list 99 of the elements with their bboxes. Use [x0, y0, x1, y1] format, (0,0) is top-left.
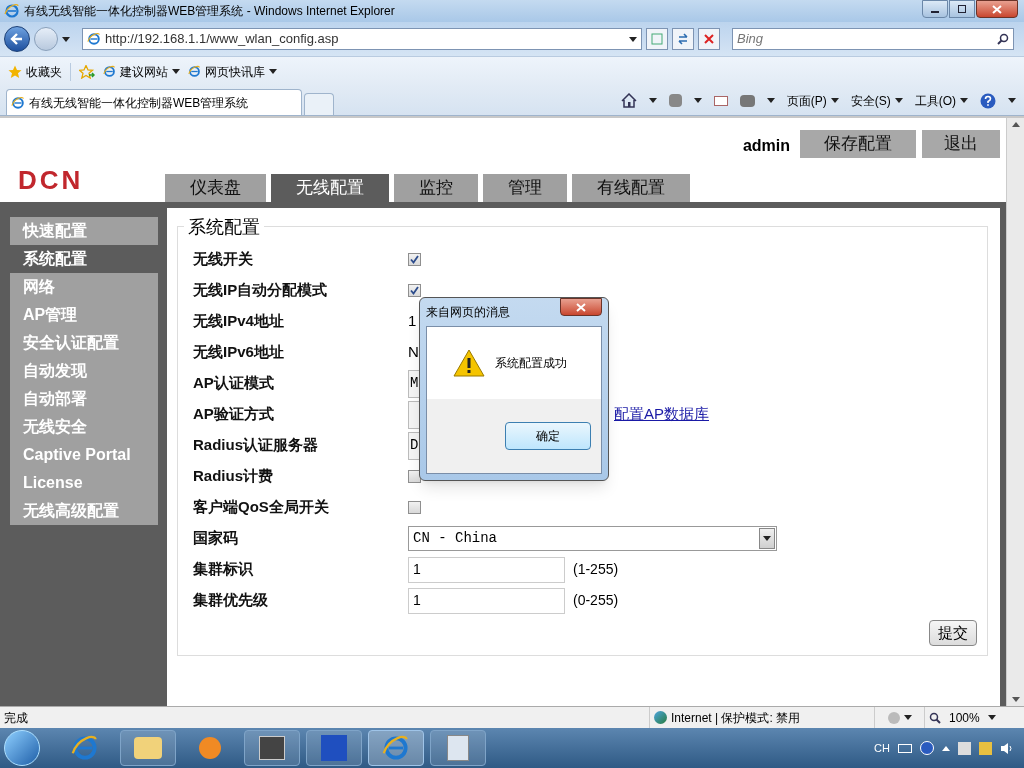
arrow-icon [10, 33, 24, 45]
warning-icon [453, 349, 485, 377]
caret-icon [763, 536, 771, 541]
favorites-button[interactable]: 收藏夹 [8, 62, 62, 81]
compatibility-icon[interactable] [646, 28, 668, 50]
command-menu[interactable]: 页面(P) [786, 91, 839, 110]
dialog-title: 来自网页的消息 [426, 304, 510, 321]
address-field[interactable]: http://192.168.1.1/www_wlan_config.asp [82, 28, 642, 50]
command-menu[interactable]: 安全(S) [850, 91, 903, 110]
ok-button[interactable]: 确定 [505, 422, 591, 450]
taskbar-app-icon[interactable] [244, 730, 300, 766]
range-hint: (0-255) [573, 591, 619, 610]
browser-e-icon [382, 734, 410, 762]
country-dropdown[interactable]: CN - China [408, 526, 777, 551]
field-label: 集群标识 [193, 559, 254, 580]
field-label: 无线IPv4地址 [193, 311, 285, 332]
field-label: 无线IPv6地址 [193, 342, 285, 363]
browser-e-icon [87, 32, 101, 46]
input-field[interactable]: 1 [408, 556, 565, 583]
browser-e-icon [4, 3, 20, 19]
checkbox[interactable] [408, 284, 421, 297]
home-icon[interactable] [620, 93, 637, 108]
taskbar-browser-icon[interactable] [368, 730, 424, 766]
search-field[interactable]: Bing [732, 28, 1014, 50]
field-label: 无线IP自动分配模式 [193, 280, 329, 301]
status-text: 完成 [3, 709, 29, 727]
caret-icon [766, 98, 775, 103]
browser-e-icon [11, 95, 25, 110]
field-value: N [408, 342, 419, 363]
caret-icon [629, 36, 637, 42]
zone-status: Internet | 保护模式: 禁用 [671, 709, 801, 727]
taskbar-window-icon[interactable] [430, 730, 486, 766]
range-hint: (1-255) [573, 560, 619, 579]
field-label: Radius计费 [193, 466, 274, 487]
field-label: Radius认证服务器 [193, 435, 319, 456]
keyboard-icon[interactable] [898, 743, 912, 753]
refresh-icon[interactable] [672, 28, 694, 50]
caret-icon [1008, 98, 1016, 103]
browser-e-icon [188, 65, 201, 78]
caret-icon [903, 715, 912, 720]
caret-icon [960, 98, 968, 103]
close-icon[interactable] [560, 298, 602, 316]
scroll-down-icon[interactable] [1011, 697, 1020, 702]
dcn-logo: DCN [18, 167, 84, 193]
checkbox[interactable] [408, 253, 421, 266]
field-label: 无线开关 [193, 249, 254, 270]
stop-icon[interactable] [698, 28, 720, 50]
field-label: 国家码 [193, 528, 239, 549]
taskbar-folder-icon[interactable] [120, 730, 176, 766]
back-button[interactable] [4, 26, 30, 52]
nav-tab[interactable]: 监控 [394, 174, 478, 202]
field-label: 集群优先级 [193, 590, 269, 611]
scrollbar[interactable] [1006, 118, 1024, 706]
dialog-message: 系统配置成功 [495, 355, 567, 372]
caret-icon [269, 69, 277, 74]
header-button[interactable]: 保存配置 [800, 130, 916, 158]
caret-icon [987, 715, 996, 720]
maximize-icon[interactable] [949, 0, 975, 18]
browser-tab[interactable]: 有线无线智能一体化控制器WEB管理系统 [6, 89, 302, 115]
field-value: 1 [408, 311, 417, 332]
caret-icon [648, 98, 657, 103]
speaker-icon[interactable] [1000, 741, 1014, 755]
tray-arrow-icon[interactable] [942, 745, 950, 751]
window-title: 有线无线智能一体化控制器WEB管理系统 - Windows Internet Explorer [24, 3, 396, 20]
nav-tab[interactable]: 仪表盘 [165, 174, 266, 202]
nav-tab[interactable]: 无线配置 [271, 174, 389, 202]
nav-tab[interactable]: 有线配置 [572, 174, 690, 202]
mail-icon[interactable] [713, 95, 728, 106]
close-icon[interactable] [976, 0, 1018, 18]
checkbox[interactable] [408, 470, 421, 483]
caret-icon [693, 98, 702, 103]
caret-icon [172, 69, 180, 74]
caret-icon [894, 98, 903, 103]
header-button[interactable]: 退出 [922, 130, 1000, 158]
scroll-up-icon[interactable] [1011, 122, 1020, 127]
input-field[interactable]: 1 [408, 587, 565, 614]
checkbox[interactable] [408, 501, 421, 514]
username: admin [742, 136, 790, 156]
browser-e-icon [71, 734, 99, 762]
input-indicator[interactable]: CH [874, 739, 890, 757]
magnifier-icon [929, 711, 941, 724]
add-favorite-icon[interactable] [79, 64, 95, 79]
nav-tab[interactable]: 管理 [483, 174, 567, 202]
favorites-link[interactable]: 建议网站 [103, 62, 180, 81]
field-label: AP认证模式 [193, 373, 275, 394]
favorites-link[interactable]: 网页快讯库 [188, 62, 277, 81]
caret-icon [62, 36, 70, 42]
database-link[interactable]: 配置AP数据库 [614, 403, 709, 426]
start-button[interactable] [4, 730, 40, 766]
caret-icon [830, 98, 839, 103]
minimize-icon[interactable] [922, 0, 948, 18]
globe-icon [654, 711, 667, 724]
search-icon[interactable] [997, 33, 1009, 45]
star-icon [8, 64, 22, 79]
command-menu[interactable]: 工具(O) [914, 91, 968, 110]
submit-button[interactable]: 提交 [929, 620, 977, 646]
field-label: 客户端QoS全局开关 [193, 497, 330, 518]
browser-e-icon [103, 65, 116, 78]
field-label: AP验证方式 [193, 404, 275, 425]
